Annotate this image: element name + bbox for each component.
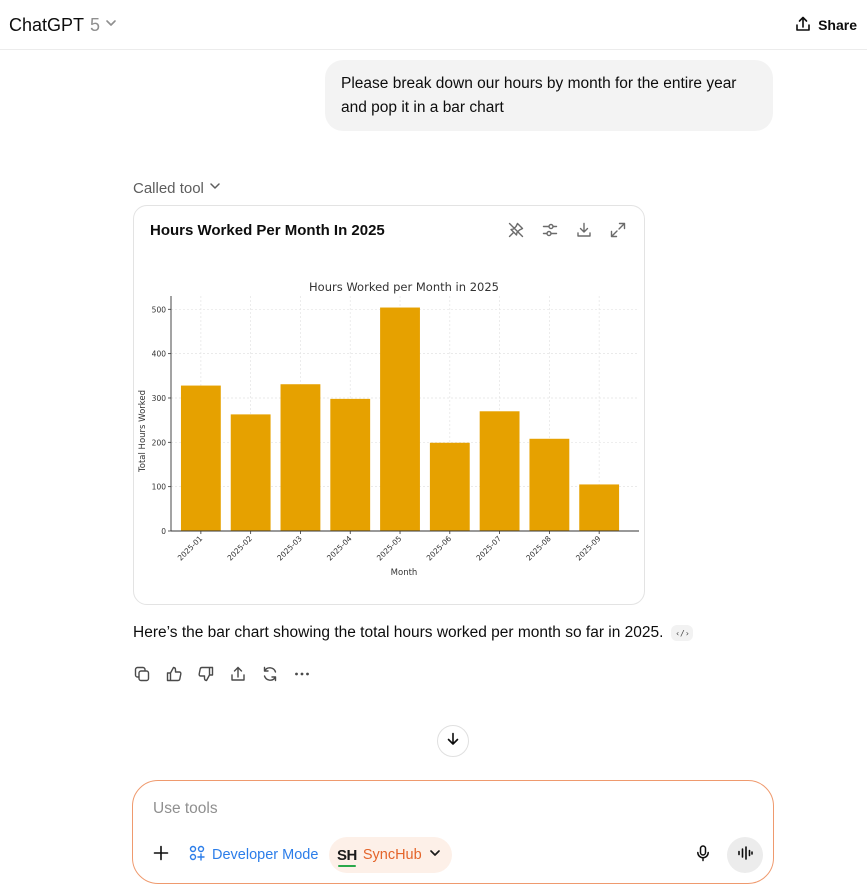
microphone-icon — [694, 844, 712, 867]
developer-mode-label: Developer Mode — [212, 847, 319, 863]
message-actions — [132, 664, 312, 684]
y-tick-label: 200 — [152, 438, 167, 447]
plus-icon — [152, 844, 170, 867]
synchub-label: SyncHub — [362, 847, 422, 863]
called-tool-toggle[interactable]: Called tool — [133, 178, 222, 198]
voice-mode-button[interactable] — [727, 837, 763, 873]
bar-chart: 0 100 200 300 400 500 2025-01 2025-02 2025-03 202… — [138, 280, 639, 578]
bar-2025-05 — [380, 307, 420, 531]
synchub-logo: SH — [337, 846, 357, 867]
assistant-message-text: Here’s the bar chart showing the total h… — [133, 624, 664, 641]
share-icon — [794, 15, 812, 36]
chart-x-axis-label: Month — [391, 568, 418, 578]
chevron-down-icon — [208, 179, 222, 197]
regenerate-icon[interactable] — [260, 664, 280, 684]
dictate-button[interactable] — [693, 844, 713, 867]
x-tick-label: 2025-07 — [474, 534, 503, 563]
bar-2025-03 — [280, 384, 321, 531]
called-tool-label: Called tool — [133, 179, 204, 197]
bar-2025-06 — [429, 442, 470, 531]
copy-icon[interactable] — [132, 664, 152, 684]
bar-2025-07 — [479, 411, 520, 531]
download-icon[interactable] — [574, 220, 594, 240]
composer: Developer Mode SH SyncHub — [132, 780, 774, 884]
x-tick-label: 2025-09 — [574, 534, 603, 563]
bar-2025-04 — [330, 398, 371, 531]
x-tick-label: 2025-08 — [524, 534, 553, 563]
more-icon[interactable] — [292, 664, 312, 684]
model-switcher[interactable]: ChatGPT 5 — [9, 12, 118, 38]
share-button[interactable]: Share — [794, 12, 857, 38]
model-name: ChatGPT — [9, 14, 85, 35]
expand-icon[interactable] — [608, 220, 628, 240]
x-tick-label: 2025-04 — [325, 534, 354, 563]
user-message-bubble: Please break down our hours by month for… — [325, 60, 773, 131]
chevron-down-icon — [104, 16, 118, 35]
bar-2025-02 — [230, 414, 271, 531]
bar-2025-08 — [529, 438, 570, 531]
chart-title: Hours Worked per Month in 2025 — [309, 280, 499, 294]
sliders-icon[interactable] — [540, 220, 560, 240]
x-tick-label: 2025-01 — [176, 534, 205, 563]
chart-y-axis-label: Total Hours Worked — [138, 390, 148, 473]
thumbs-up-icon[interactable] — [164, 664, 184, 684]
synchub-connector-pill[interactable]: SH SyncHub — [329, 837, 452, 873]
prompt-input[interactable] — [153, 797, 713, 821]
y-tick-label: 300 — [152, 394, 167, 403]
arrow-down-icon — [445, 731, 461, 752]
pin-off-icon[interactable] — [506, 220, 526, 240]
scroll-to-bottom-button[interactable] — [437, 725, 469, 757]
y-tick-label: 100 — [152, 483, 167, 492]
x-tick-label: 2025-05 — [375, 534, 404, 563]
x-tick-label: 2025-02 — [226, 534, 255, 563]
chart-card: Hours Worked Per Month In 2025 0 100 200 30… — [133, 205, 645, 605]
top-bar: ChatGPT 5 Share — [0, 0, 867, 50]
share-icon[interactable] — [228, 664, 248, 684]
assistant-message: Here’s the bar chart showing the total h… — [133, 624, 694, 642]
voice-waveform-icon — [736, 844, 754, 867]
chevron-down-icon — [428, 846, 442, 865]
bar-2025-09 — [579, 484, 620, 531]
bar-2025-01 — [180, 385, 221, 531]
y-tick-label: 400 — [152, 350, 167, 359]
x-tick-label: 2025-03 — [275, 534, 304, 563]
code-icon[interactable]: ‹/› — [671, 625, 694, 641]
share-label: Share — [818, 17, 857, 33]
x-tick-label: 2025-06 — [425, 534, 454, 563]
model-version: 5 — [90, 14, 101, 35]
thumbs-down-icon[interactable] — [196, 664, 216, 684]
y-tick-label: 500 — [152, 305, 167, 314]
add-attachment-button[interactable] — [151, 845, 171, 865]
y-tick-label: 0 — [161, 527, 166, 536]
chart-card-actions — [506, 220, 628, 240]
developer-mode-icon — [188, 844, 206, 866]
developer-mode-button[interactable]: Developer Mode — [188, 845, 318, 865]
chart-card-title: Hours Worked Per Month In 2025 — [150, 222, 385, 239]
